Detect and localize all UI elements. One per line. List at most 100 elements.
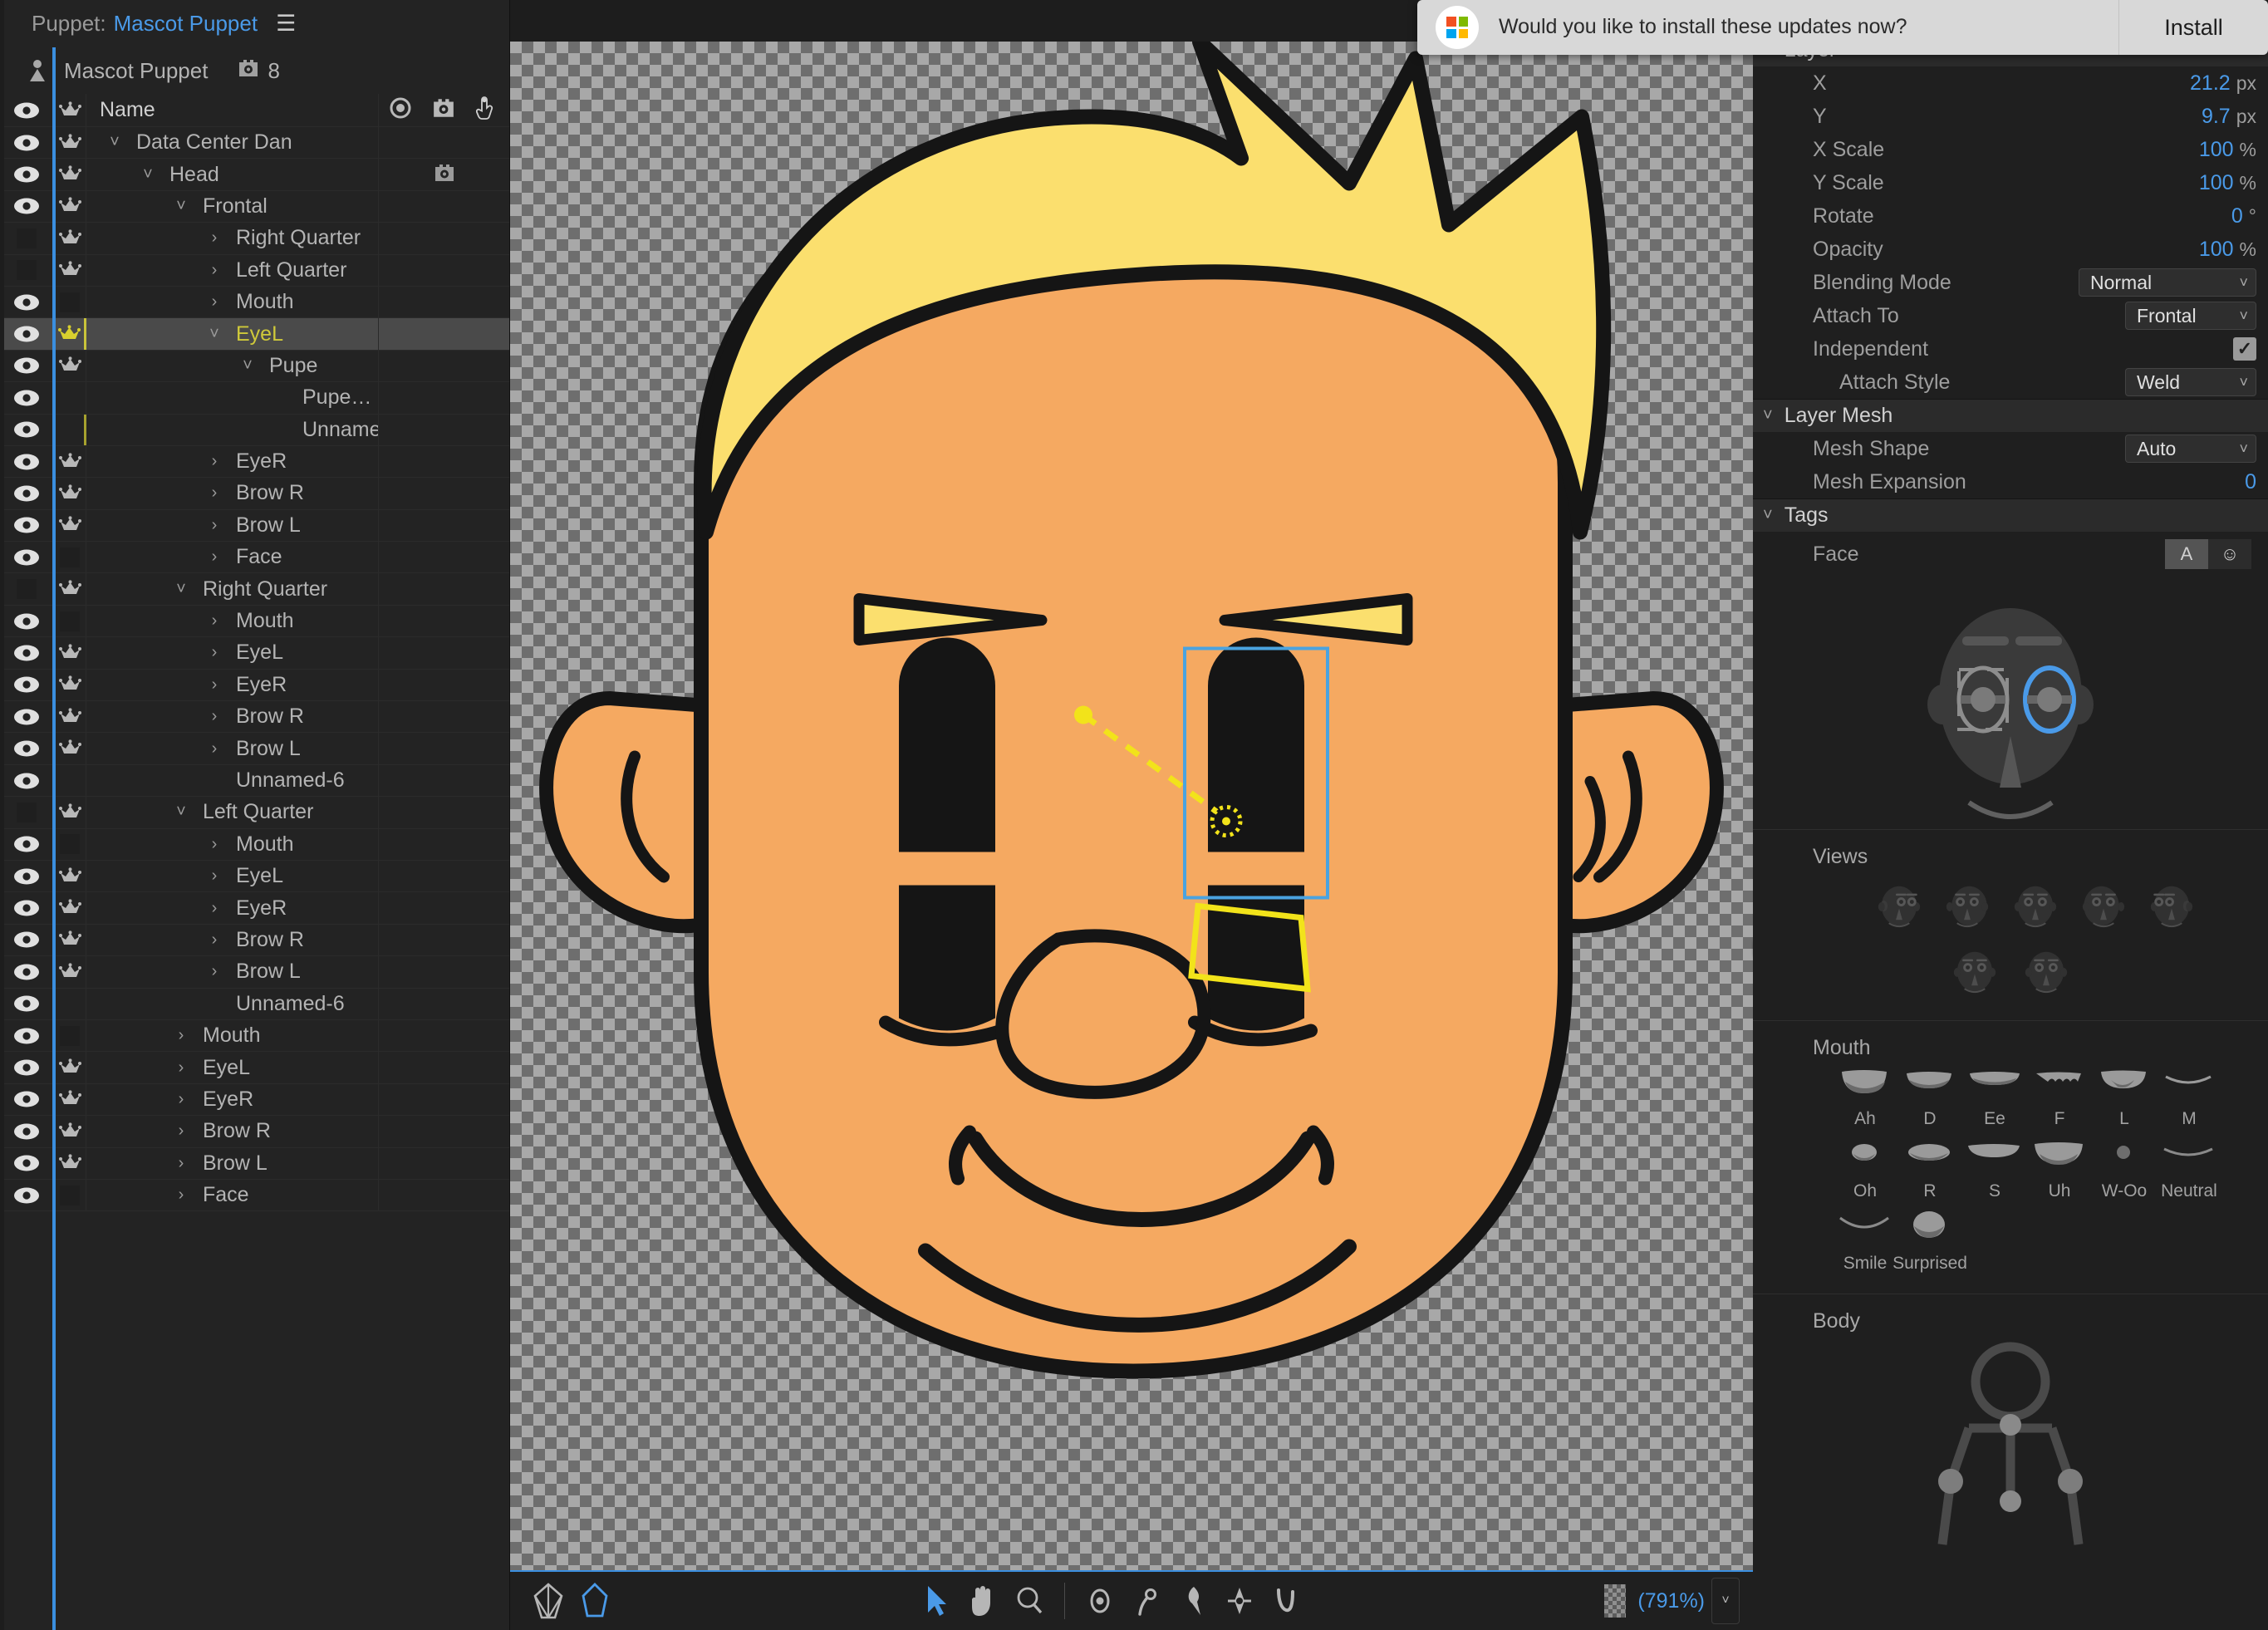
visibility-icon[interactable]: [0, 1147, 54, 1179]
mesh-hull-icon[interactable]: [572, 1578, 618, 1624]
layer-row-extra[interactable]: [378, 924, 509, 956]
layer-row[interactable]: › EyeR: [0, 1083, 509, 1117]
property-row[interactable]: Y Scale 100%: [1753, 166, 2268, 199]
crown-icon[interactable]: [54, 1052, 86, 1083]
layer-row-name[interactable]: Unnamed…: [86, 415, 378, 445]
crown-empty[interactable]: [54, 764, 86, 797]
section-header-layer-mesh[interactable]: ˅ Layer Mesh: [1753, 399, 2268, 432]
visibility-icon[interactable]: [0, 764, 54, 797]
crown-off-icon[interactable]: [54, 286, 86, 318]
property-row[interactable]: Mesh Shape Auto ˅: [1753, 432, 2268, 465]
layer-row[interactable]: › Brow L: [0, 509, 509, 543]
crown-icon[interactable]: [54, 573, 86, 605]
chevron-down-icon[interactable]: ˅: [233, 356, 263, 376]
crown-off-icon[interactable]: [54, 1179, 86, 1211]
property-row[interactable]: Opacity 100%: [1753, 233, 2268, 266]
chevron-right-icon[interactable]: ›: [199, 930, 229, 950]
crown-off-icon[interactable]: [54, 1019, 86, 1052]
view-thumbnail-quarter-right[interactable]: [1937, 874, 1998, 940]
property-select[interactable]: Frontal ˅: [2125, 302, 2256, 330]
crown-off-icon[interactable]: [54, 605, 86, 637]
visibility-icon[interactable]: [0, 701, 54, 733]
layer-row-extra[interactable]: [378, 223, 509, 254]
viseme-s[interactable]: S: [1962, 1137, 2027, 1201]
visibility-icon[interactable]: [0, 509, 54, 542]
property-select[interactable]: Normal ˅: [2079, 268, 2256, 297]
layer-row-name[interactable]: › Brow R: [86, 478, 378, 508]
layer-row-extra[interactable]: [378, 1083, 509, 1116]
property-row[interactable]: Mesh Expansion 0: [1753, 465, 2268, 498]
crown-icon[interactable]: [54, 1083, 86, 1116]
layer-row-extra[interactable]: [378, 701, 509, 733]
view-thumbnail-full-left[interactable]: [2141, 874, 2202, 940]
puppet-canvas[interactable]: EyeL Left Eye: [510, 42, 1753, 1570]
layer-row-extra[interactable]: [378, 733, 509, 764]
viseme-neutral[interactable]: Neutral: [2157, 1137, 2221, 1201]
viseme-r[interactable]: R: [1897, 1137, 1962, 1201]
property-row[interactable]: Independent ✓: [1753, 332, 2268, 366]
layer-row-extra[interactable]: [378, 988, 509, 1019]
viseme-l[interactable]: L: [2092, 1065, 2157, 1129]
visibility-icon[interactable]: [0, 669, 54, 701]
tag-mode-all-button[interactable]: A: [2165, 539, 2208, 569]
property-select[interactable]: Weld ˅: [2125, 368, 2256, 396]
mesh-triangle-icon[interactable]: [525, 1578, 572, 1624]
viseme-smile[interactable]: Smile: [1833, 1210, 1897, 1274]
face-tag-diagram[interactable]: [1753, 572, 2268, 821]
property-row[interactable]: X 21.2 px: [1753, 66, 2268, 100]
visibility-icon[interactable]: [0, 860, 54, 892]
layer-row[interactable]: › Brow R: [0, 924, 509, 957]
behaviors-icon[interactable]: [432, 96, 455, 124]
layer-row[interactable]: ˅ Pupe: [0, 350, 509, 383]
crown-icon[interactable]: [54, 1116, 86, 1147]
layer-row-name[interactable]: ˅ Head: [86, 159, 378, 189]
origin-handle-tool[interactable]: [1077, 1578, 1123, 1624]
chevron-right-icon[interactable]: ›: [199, 867, 229, 886]
layer-row-name[interactable]: › Brow R: [86, 701, 378, 732]
col-crown-icon[interactable]: [54, 94, 86, 126]
crown-empty[interactable]: [54, 382, 86, 414]
layer-row[interactable]: › Mouth: [0, 828, 509, 861]
layer-row[interactable]: › Brow L: [0, 956, 509, 989]
visibility-icon[interactable]: [0, 828, 54, 860]
crown-icon[interactable]: [54, 223, 86, 254]
layer-row[interactable]: Unnamed-6: [0, 988, 509, 1020]
crown-icon[interactable]: [54, 350, 86, 382]
layer-row[interactable]: › Brow L: [0, 733, 509, 765]
layer-row[interactable]: › EyeL: [0, 637, 509, 670]
section-header-tags[interactable]: ˅ Tags: [1753, 498, 2268, 532]
layer-row-extra[interactable]: [378, 509, 509, 542]
visibility-icon[interactable]: [0, 1052, 54, 1083]
crown-icon[interactable]: [54, 637, 86, 669]
property-value[interactable]: 9.7: [2202, 105, 2231, 129]
dangle-tool[interactable]: [1123, 1578, 1170, 1624]
visibility-icon[interactable]: [0, 286, 54, 318]
layer-row[interactable]: › Face: [0, 542, 509, 574]
layer-row-extra[interactable]: [378, 1147, 509, 1179]
chevron-down-icon[interactable]: ˅: [100, 133, 130, 152]
draggable-tool[interactable]: [1216, 1578, 1263, 1624]
chevron-right-icon[interactable]: ›: [166, 1122, 196, 1141]
layer-row[interactable]: ˅ Data Center Dan: [0, 127, 509, 160]
transparency-swatch[interactable]: [1604, 1584, 1627, 1618]
chevron-right-icon[interactable]: ›: [199, 707, 229, 726]
layer-row-name[interactable]: ˅ Pupe: [86, 351, 378, 381]
crown-off-icon[interactable]: [54, 542, 86, 573]
views-row-top[interactable]: [1753, 874, 2268, 940]
layer-row[interactable]: › Mouth: [0, 1019, 509, 1053]
layer-row-name[interactable]: Unnamed-6: [86, 989, 378, 1019]
viseme-oh[interactable]: Oh: [1833, 1137, 1897, 1201]
viseme-w-oo[interactable]: W-Oo: [2092, 1137, 2157, 1201]
view-thumbnail-quarter-left[interactable]: [2073, 874, 2134, 940]
crown-icon[interactable]: [54, 445, 86, 478]
crown-icon[interactable]: [54, 190, 86, 223]
layer-row[interactable]: ˅ EyeL: [0, 318, 509, 351]
visibility-icon[interactable]: [0, 414, 54, 445]
crown-icon[interactable]: [54, 701, 86, 733]
mesh-quad-handle[interactable]: [1188, 902, 1311, 993]
property-value[interactable]: 100: [2199, 238, 2234, 262]
layer-row-extra[interactable]: [378, 190, 509, 223]
chevron-right-icon[interactable]: ›: [199, 484, 229, 503]
property-value[interactable]: 100: [2199, 171, 2234, 195]
layer-row-name[interactable]: › EyeR: [86, 892, 378, 923]
